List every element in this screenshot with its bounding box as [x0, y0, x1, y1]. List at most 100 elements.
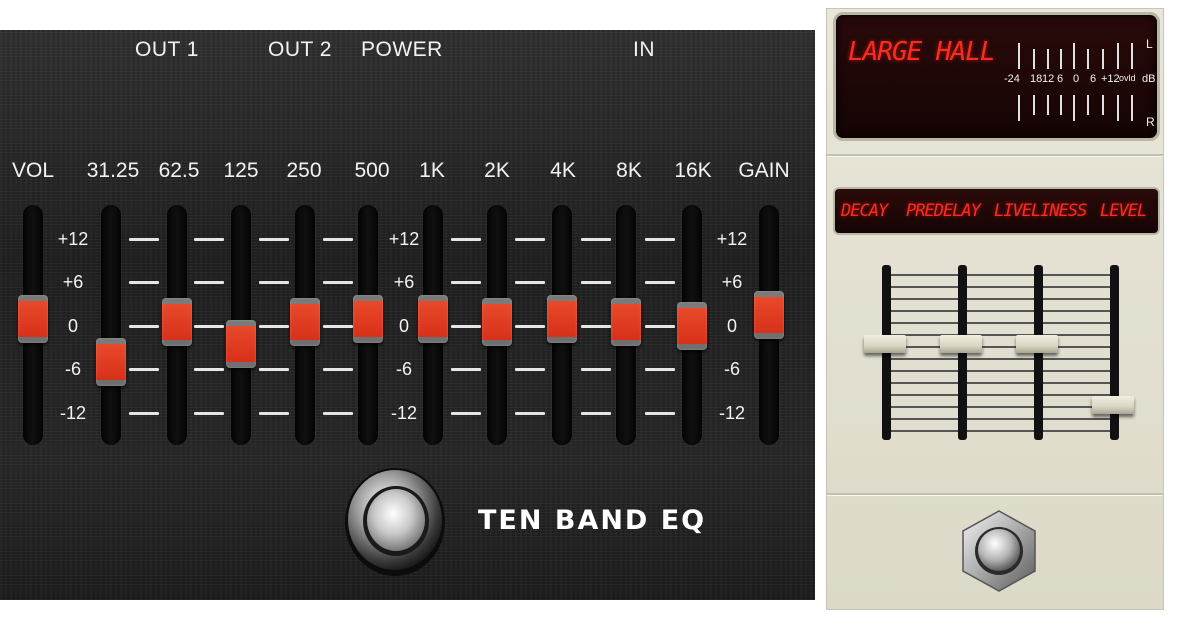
meter-tick-right — [1060, 95, 1062, 115]
scale-value: +12 — [388, 229, 420, 249]
slider-graduation — [1043, 298, 1110, 300]
scale-value: -12 — [390, 403, 417, 423]
scale-tick — [259, 238, 289, 241]
eq-slider-track[interactable] — [101, 205, 121, 445]
scale-tick — [129, 412, 159, 415]
reverb-pedal: LARGE HALL -24 18 12 6 0 6 +12 ovld dB L R DECAY… — [826, 8, 1164, 610]
meter-tick-right — [1102, 95, 1104, 115]
scale-value: +12 — [57, 229, 89, 249]
eq-slider-knob[interactable] — [226, 320, 256, 369]
scale-value: +6 — [721, 272, 743, 292]
scale-tick — [451, 368, 481, 371]
slider-graduation — [891, 418, 958, 420]
reverb-slider-knob[interactable] — [864, 334, 906, 353]
slider-graduation — [891, 286, 958, 288]
slider-graduation — [1043, 358, 1110, 360]
scale-value: 0 — [398, 316, 409, 336]
reverb-slider-knob[interactable] — [1092, 396, 1134, 414]
slider-graduation — [891, 406, 958, 408]
scale-value: -12 — [59, 403, 86, 423]
scale-tick — [194, 281, 224, 284]
meter-tick-left — [1060, 49, 1062, 69]
scale-tick — [645, 238, 675, 241]
scale-value: -6 — [64, 359, 81, 379]
reverb-footswitch[interactable] — [957, 509, 1041, 593]
scale-tick — [515, 281, 545, 284]
scale-tick — [581, 281, 611, 284]
meter-scale-label: +12 — [1101, 73, 1120, 85]
preset-name: LARGE HALL — [848, 37, 996, 67]
scale-tick — [259, 368, 289, 371]
eq-slider-knob[interactable] — [677, 302, 707, 350]
eq-slider-knob[interactable] — [547, 294, 577, 343]
eq-slider-knob[interactable] — [611, 298, 641, 347]
panel-divider — [827, 154, 1163, 156]
scale-tick — [259, 325, 289, 328]
slider-graduation — [967, 358, 1034, 360]
scale-tick — [581, 368, 611, 371]
slider-graduation — [1043, 286, 1110, 288]
slider-graduation — [891, 310, 958, 312]
slider-graduation — [967, 430, 1034, 432]
eq-slider-knob[interactable] — [482, 298, 512, 347]
reverb-slider-knob[interactable] — [940, 334, 982, 353]
meter-scale-label: dB — [1142, 73, 1156, 85]
ten-band-eq-pedal: OUT 1 OUT 2 POWER IN VOL 31.25 62.5 125 250 5… — [0, 30, 815, 600]
slider-graduation — [967, 406, 1034, 408]
eq-slider-knob[interactable] — [96, 338, 126, 387]
scale-tick — [451, 281, 481, 284]
scale-tick — [194, 412, 224, 415]
scale-tick — [129, 238, 159, 241]
slider-graduation — [967, 394, 1034, 396]
eq-slider-knob[interactable] — [290, 298, 320, 347]
slider-graduation — [891, 394, 958, 396]
scale-value: -6 — [723, 359, 740, 379]
scale-tick — [323, 281, 353, 284]
slider-graduation — [891, 322, 958, 324]
scale-tick — [323, 412, 353, 415]
slider-graduation — [891, 382, 958, 384]
parameter-display: DECAY PREDELAY LIVELINESS LEVEL — [833, 187, 1160, 235]
meter-tick-right — [1018, 95, 1020, 121]
eq-slider-knob[interactable] — [754, 291, 784, 340]
eq-slider-knob[interactable] — [353, 294, 383, 343]
reverb-slider-knob[interactable] — [1016, 334, 1058, 353]
slider-graduation — [967, 370, 1034, 372]
scale-tick — [515, 238, 545, 241]
scale-tick — [451, 325, 481, 328]
meter-tick-left — [1033, 49, 1035, 69]
scale-tick — [194, 238, 224, 241]
meter-tick-left — [1087, 49, 1089, 69]
param-label-predelay: PREDELAY — [906, 201, 981, 221]
eq-brand-label: TEN BAND EQ — [478, 505, 707, 536]
slider-graduation — [967, 418, 1034, 420]
jack-label-out1: OUT 1 — [135, 38, 199, 61]
meter-tick-left — [1047, 49, 1049, 69]
scale-tick — [259, 412, 289, 415]
slider-graduation — [967, 322, 1034, 324]
slider-graduation — [891, 298, 958, 300]
scale-value: 0 — [726, 316, 737, 336]
panel-divider — [827, 493, 1163, 495]
scale-value: -12 — [718, 403, 745, 423]
scale-value: +6 — [393, 272, 415, 292]
scale-tick — [515, 412, 545, 415]
scale-tick — [259, 281, 289, 284]
scale-tick — [194, 368, 224, 371]
scale-tick — [129, 281, 159, 284]
meter-scale-label: -24 — [1004, 73, 1020, 85]
meter-tick-right — [1131, 95, 1133, 121]
meter-scale-label: 6 — [1090, 73, 1097, 85]
eq-footswitch[interactable] — [344, 467, 446, 577]
slider-graduation — [967, 286, 1034, 288]
eq-slider-knob[interactable] — [18, 294, 48, 343]
jack-label-power: POWER — [361, 38, 443, 61]
scale-tick — [581, 412, 611, 415]
meter-tick-left — [1117, 43, 1119, 69]
param-label-decay: DECAY — [841, 201, 888, 221]
scale-tick — [323, 238, 353, 241]
meter-tick-left — [1131, 43, 1133, 69]
param-label-liveliness: LIVELINESS — [994, 201, 1087, 221]
eq-slider-knob[interactable] — [162, 298, 192, 347]
scale-tick — [129, 325, 159, 328]
